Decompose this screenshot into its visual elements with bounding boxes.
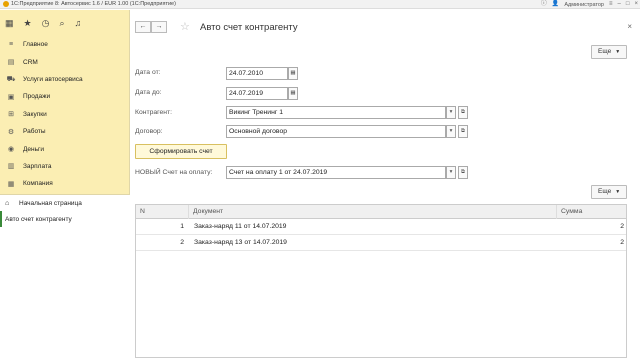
forward-button[interactable]: → <box>151 21 167 33</box>
user-name[interactable]: Администратор <box>564 2 604 8</box>
open-icon[interactable]: ⧉ <box>458 106 468 119</box>
titlebar-controls: ⓘ 👤 Администратор ≡ – □ × <box>541 0 638 9</box>
chevron-down-icon: ▼ <box>615 49 621 55</box>
dropdown-icon[interactable]: ▾ <box>446 166 456 179</box>
cell-sum: 2 <box>620 239 624 246</box>
back-button[interactable]: ← <box>135 21 151 33</box>
app-logo-icon <box>3 1 9 7</box>
window-title: 1С:Предприятие 8: Автосервис 1.6 / EUR 1… <box>11 1 176 7</box>
sidebar-item-sales[interactable]: ▣ Продажи <box>0 88 129 105</box>
nav-buttons: ← → <box>135 21 167 33</box>
home-icon: ⌂ <box>5 199 10 207</box>
contractor-label: Контрагент: <box>135 109 173 116</box>
contract-label: Договор: <box>135 128 163 135</box>
column-header-sum[interactable]: Сумма <box>556 205 628 219</box>
history-icon[interactable]: ◷ <box>42 18 50 29</box>
documents-table: N Документ Сумма 1 Заказ-наряд 11 от 14.… <box>135 204 627 358</box>
apps-grid-icon[interactable]: ▦ <box>5 18 14 29</box>
open-icon[interactable]: ⧉ <box>458 166 468 179</box>
settings-icon[interactable]: ≡ <box>609 0 613 9</box>
sidebar-item-works[interactable]: ⚙ Работы <box>0 123 129 140</box>
close-form-icon[interactable]: × <box>627 22 632 31</box>
contractor-input[interactable]: Викинг Тренинг 1 <box>226 106 446 119</box>
cell-sum: 2 <box>620 223 624 230</box>
info-icon[interactable]: ⓘ <box>541 0 547 9</box>
sidebar-item-salary[interactable]: ▥ Зарплата <box>0 158 129 175</box>
crm-icon: ▤ <box>7 59 15 67</box>
window-titlebar: 1С:Предприятие 8: Автосервис 1.6 / EUR 1… <box>0 0 640 9</box>
close-window-icon[interactable]: × <box>634 0 638 9</box>
dropdown-icon[interactable]: ▾ <box>446 125 456 138</box>
notifications-bell-icon[interactable]: ♫ <box>75 18 82 28</box>
cart-icon: ⊞ <box>8 111 14 119</box>
cell-document: Заказ-наряд 13 от 14.07.2019 <box>194 239 287 246</box>
more-button[interactable]: Еще ▼ <box>591 45 628 59</box>
sidebar-item-purchases[interactable]: ⊞ Закупки <box>0 106 129 123</box>
open-icon[interactable]: ⧉ <box>458 125 468 138</box>
table-more-button[interactable]: Еще ▼ <box>591 185 628 199</box>
sales-icon: ▣ <box>7 93 15 101</box>
salary-icon: ▥ <box>7 163 15 171</box>
user-icon[interactable]: 👤 <box>552 0 559 9</box>
column-header-document[interactable]: Документ <box>188 205 556 219</box>
calendar-icon[interactable]: ▦ <box>288 87 298 100</box>
date-from-label: Дата от: <box>135 69 161 76</box>
page-title: Авто счет контрагенту <box>200 22 298 33</box>
sidebar-item-services[interactable]: ⛟ Услуги автосервиса <box>0 71 129 88</box>
sidebar: ▦ ★ ◷ ⌕ ♫ ≡ Главное ▤ CRM ⛟ Услуги автосерв… <box>0 10 130 360</box>
open-window-home[interactable]: ⌂ Начальная страница <box>0 195 130 211</box>
new-invoice-label: НОВЫЙ Счет на оплату: <box>135 169 213 176</box>
new-invoice-input[interactable]: Счет на оплату 1 от 24.07.2019 <box>226 166 446 179</box>
sidebar-item-company[interactable]: ▦ Компания <box>0 175 129 192</box>
date-to-input[interactable]: 24.07.2019 <box>226 87 288 100</box>
favorite-star-icon[interactable]: ☆ <box>180 20 190 33</box>
minimize-icon[interactable]: – <box>618 0 621 9</box>
contract-input[interactable]: Основной договор <box>226 125 446 138</box>
sidebar-item-main[interactable]: ≡ Главное <box>0 36 129 53</box>
sidebar-item-money[interactable]: ◉ Деньги <box>0 140 129 157</box>
table-row[interactable]: 1 Заказ-наряд 11 от 14.07.2019 2 <box>136 219 626 235</box>
open-windows-panel: ⌂ Начальная страница Авто счет контрагент… <box>0 194 130 360</box>
sidebar-toolbar: ▦ ★ ◷ ⌕ ♫ <box>0 10 129 36</box>
open-window-auto-invoice[interactable]: Авто счет контрагенту <box>0 211 130 227</box>
chevron-down-icon: ▼ <box>615 189 621 195</box>
table-row[interactable]: 2 Заказ-наряд 13 от 14.07.2019 2 <box>136 235 626 251</box>
table-header: N Документ Сумма <box>136 205 626 219</box>
menu-icon: ≡ <box>8 41 14 49</box>
calendar-icon[interactable]: ▦ <box>288 67 298 80</box>
main-content: ← → ☆ Авто счет контрагенту × Еще ▼ Дата … <box>131 10 640 360</box>
company-icon: ▦ <box>7 180 15 188</box>
money-icon: ◉ <box>7 146 15 154</box>
car-icon: ⛟ <box>6 75 16 83</box>
sidebar-item-crm[interactable]: ▤ CRM <box>0 53 129 70</box>
generate-invoice-button[interactable]: Сформировать счет <box>135 144 227 159</box>
favorites-star-icon[interactable]: ★ <box>24 18 32 29</box>
column-header-n[interactable]: N <box>136 205 188 219</box>
date-to-label: Дата до: <box>135 89 162 96</box>
dropdown-icon[interactable]: ▾ <box>446 106 456 119</box>
search-icon[interactable]: ⌕ <box>59 18 64 29</box>
cell-n: 2 <box>180 239 184 246</box>
cell-document: Заказ-наряд 11 от 14.07.2019 <box>194 223 287 230</box>
wrench-icon: ⚙ <box>7 128 15 136</box>
maximize-icon[interactable]: □ <box>626 0 630 9</box>
date-from-input[interactable]: 24.07.2010 <box>226 67 288 80</box>
cell-n: 1 <box>180 223 184 230</box>
